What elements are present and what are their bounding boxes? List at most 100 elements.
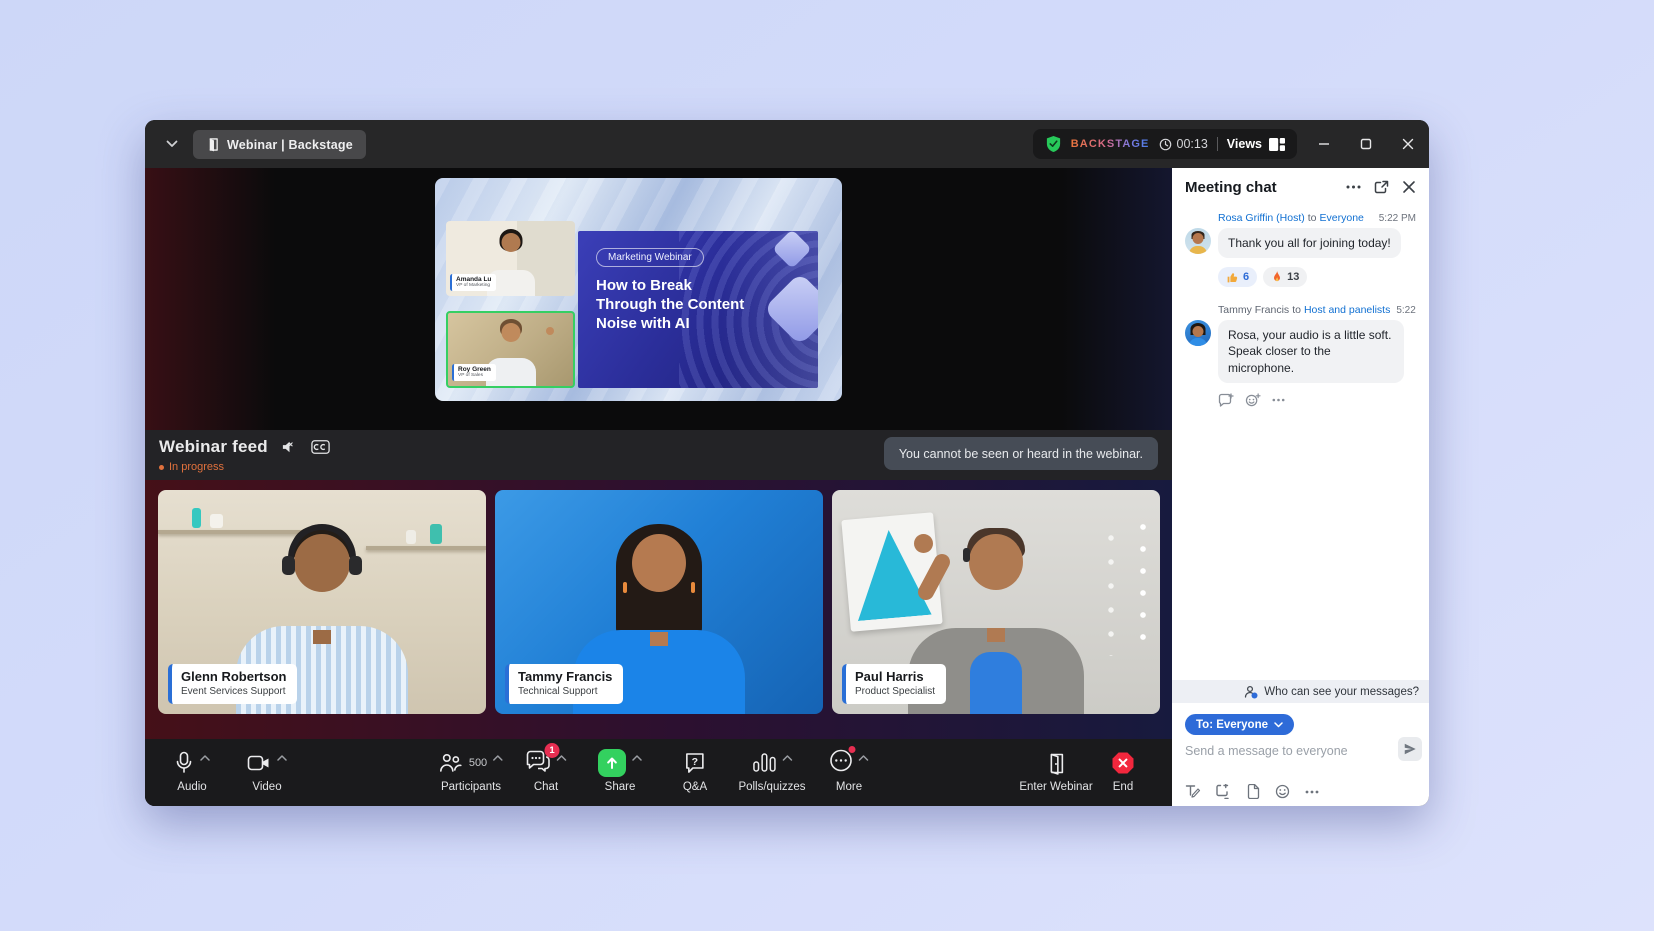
person-figure [987,628,1005,642]
person-figure [970,652,1022,714]
status-dot [159,465,164,470]
message-time: 5:22 PM [1390,305,1416,316]
participants-count: 500 [469,757,487,769]
polls-button[interactable]: Polls/quizzes [738,748,805,793]
person-figure [501,323,520,342]
diamond-decoration [772,231,812,269]
tab-webinar-backstage[interactable]: Webinar | Backstage [193,130,366,159]
chevron-up-icon[interactable] [557,755,567,761]
close-button[interactable] [1401,137,1415,151]
ellipsis-icon[interactable] [1305,790,1319,794]
person-figure [650,632,668,646]
end-button[interactable]: End [1111,748,1135,793]
minimize-icon [1318,138,1330,150]
closed-captions-icon[interactable] [311,440,330,454]
who-can-see-banner[interactable]: Who can see your messages? [1172,680,1429,703]
participants-label: Participants [441,781,501,793]
reaction-thumbs-up[interactable]: 6 [1218,267,1257,287]
chevron-up-icon[interactable] [200,755,210,761]
video-button[interactable]: Video [247,748,287,793]
panelist-row: Glenn Robertson Event Services Support T… [145,480,1172,739]
video-tile-paul[interactable]: Paul Harris Product Specialist [832,490,1160,714]
add-reaction-icon[interactable] [1245,393,1261,407]
chat-close-button[interactable] [1402,180,1416,194]
audio-button[interactable]: Audio [174,748,210,793]
scene-decoration [430,524,442,544]
chat-unread-badge: 1 [545,743,560,758]
tab-label: Webinar | Backstage [227,138,353,152]
avatar-figure [1189,246,1207,254]
speaker-muted-icon[interactable] [281,440,298,454]
chat-popout-button[interactable] [1374,180,1389,195]
earring [623,582,627,593]
minimize-button[interactable] [1317,137,1331,151]
avatar [1185,228,1211,254]
send-button[interactable] [1398,737,1422,761]
participants-icon [439,752,463,774]
divider [1217,137,1218,151]
diamond-decoration [763,272,818,346]
chevron-up-icon[interactable] [493,755,503,761]
who-can-see-label: Who can see your messages? [1264,686,1419,698]
timer-value: 00:13 [1177,137,1208,151]
message-recipient[interactable]: Everyone [1320,212,1364,224]
maximize-button[interactable] [1359,137,1373,151]
collapse-tabs-button[interactable] [161,134,183,154]
more-button[interactable]: More [830,748,869,793]
audio-label: Audio [177,781,206,793]
chevron-down-icon [1274,722,1283,728]
titlebar: Webinar | Backstage BACKSTAGE 00:13 View… [145,120,1429,168]
maximize-icon [1360,138,1372,150]
participants-button[interactable]: 500 Participants [439,748,503,793]
recipient-selector[interactable]: To: Everyone [1185,714,1294,735]
chevron-up-icon[interactable] [859,755,869,761]
file-attach-icon[interactable] [1247,784,1260,799]
scene-decoration [158,530,308,534]
avatar-figure [1189,338,1207,346]
chevron-up-icon[interactable] [782,755,792,761]
message-connector: to [1305,212,1320,224]
message-sender[interactable]: Rosa Griffin (Host) [1218,212,1305,224]
reaction-count: 13 [1287,271,1299,283]
enter-webinar-button[interactable]: Enter Webinar [1019,748,1092,793]
chevron-up-icon[interactable] [277,755,287,761]
chat-more-button[interactable] [1346,185,1361,189]
share-button[interactable]: Share [598,748,642,793]
qa-button[interactable]: ? Q&A [683,748,707,793]
chat-compose-input[interactable]: Send a message to everyone [1172,735,1429,758]
chevron-up-icon[interactable] [632,755,642,761]
panelist-name: Tammy Francis [518,669,612,685]
webinar-feed-area: Amanda Lu VP of Marketing Roy Green VP o… [145,168,1172,430]
views-button[interactable]: Views [1227,137,1285,151]
screen-capture-icon[interactable] [1216,784,1232,799]
chat-message: Tammy Francis to Host and panelists 5:22… [1185,304,1416,407]
message-recipient[interactable]: Host and panelists [1304,304,1390,316]
ellipsis-icon[interactable] [1272,398,1285,402]
chat-title: Meeting chat [1185,179,1277,196]
reaction-fire[interactable]: 13 [1263,267,1307,287]
format-text-icon[interactable] [1185,784,1201,799]
chat-message: Rosa Griffin (Host) to Everyone 5:22 PM … [1185,212,1416,287]
meeting-chat-panel: Meeting chat Rosa [1172,168,1429,806]
feed-title: Webinar feed [159,437,268,457]
avatar-figure [1193,233,1204,244]
avatar [1185,320,1211,346]
more-label: More [836,781,862,793]
polls-label: Polls/quizzes [738,781,805,793]
quote-reply-icon[interactable] [1218,393,1234,407]
stage: Amanda Lu VP of Marketing Roy Green VP o… [145,168,1172,806]
scene-decoration [406,530,416,544]
chat-button[interactable]: 1 Chat [526,748,567,793]
headset [963,548,970,562]
slide-tag: Marketing Webinar [596,248,704,267]
message-sender[interactable]: Tammy Francis [1218,304,1289,316]
video-tile-glenn[interactable]: Glenn Robertson Event Services Support [158,490,486,714]
scene-decoration [210,514,223,528]
emoji-icon[interactable] [1275,784,1290,799]
clock-icon [1159,138,1172,151]
feed-info-bar: Webinar feed In progress You cannot be s… [145,430,1172,480]
message-time: 5:22 PM [1373,213,1416,224]
door-icon [1046,752,1066,775]
share-label: Share [605,781,636,793]
video-tile-tammy[interactable]: Tammy Francis Technical Support [495,490,823,714]
